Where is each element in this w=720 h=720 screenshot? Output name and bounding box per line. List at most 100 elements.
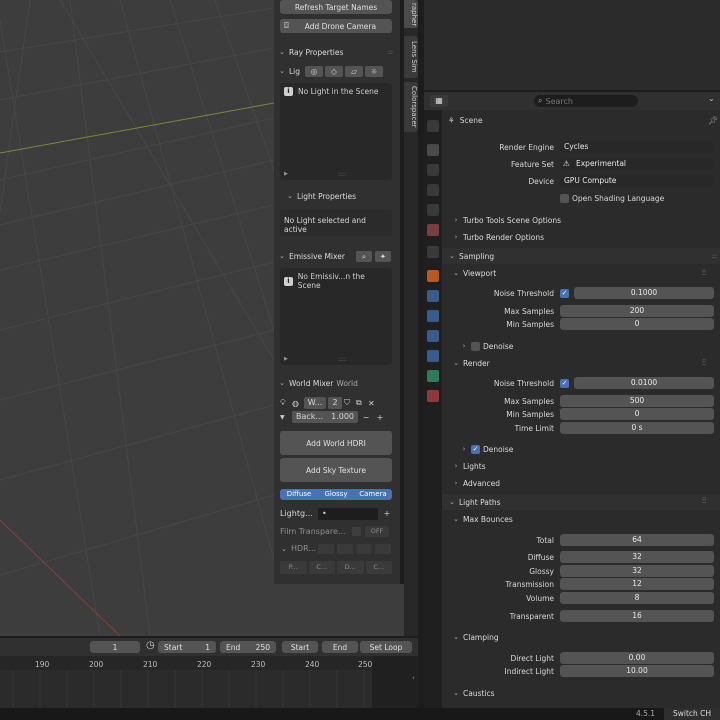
- diffuse-bounces-field[interactable]: 32: [560, 551, 714, 563]
- add-drone-camera-button[interactable]: ⌼ Add Drone Camera: [280, 19, 392, 33]
- emissive-icon[interactable]: ✦: [374, 250, 391, 262]
- glossy-toggle[interactable]: Glossy: [317, 489, 355, 500]
- chevron-down-icon[interactable]: ⌄: [708, 94, 715, 103]
- r-denoise-checkbox[interactable]: ✓: [471, 444, 480, 454]
- world-mixer-header[interactable]: ⌄ World Mixer World: [278, 376, 396, 390]
- search-field[interactable]: ⌕ Search: [534, 95, 638, 107]
- view-layer-tab-icon[interactable]: [427, 184, 439, 196]
- light-spot-icon[interactable]: ◇: [325, 65, 344, 77]
- presets-icon[interactable]: ⫶⫶: [702, 496, 706, 506]
- fake-user-icon[interactable]: ⛉: [344, 398, 354, 408]
- lights-header[interactable]: ⌄ Lig ◎ ◇ ▱ ☼: [278, 64, 396, 78]
- emissive-list[interactable]: i No Emissiv...n the Scene ▶ ::::: [280, 268, 392, 365]
- lightgroup-field[interactable]: •: [318, 507, 378, 520]
- add-world-hdri-button[interactable]: Add World HDRI: [280, 431, 392, 455]
- 3d-viewport[interactable]: [0, 0, 274, 636]
- presets-icon[interactable]: ⫶⫶: [702, 268, 706, 278]
- render-tab-icon[interactable]: [427, 144, 439, 156]
- emissive-mixer-header[interactable]: ⌄ Emissive Mixer ⌕ ✦: [278, 249, 396, 263]
- option-p-button[interactable]: P...: [280, 561, 307, 574]
- direct-light-field[interactable]: 0.00: [560, 652, 714, 664]
- world-users-count[interactable]: 2: [328, 397, 342, 409]
- hdri-option-1[interactable]: [318, 543, 334, 554]
- r-max-samples-field[interactable]: 500: [560, 395, 714, 407]
- plus-icon[interactable]: +: [382, 509, 392, 518]
- vp-noise-threshold-checkbox[interactable]: ✓: [560, 289, 569, 298]
- volume-bounces-field[interactable]: 8: [560, 592, 714, 604]
- background-strength-field[interactable]: Back... 1.000: [292, 411, 358, 423]
- lights-list[interactable]: i No Light in the Scene ▶ ::::: [280, 83, 392, 180]
- world-tab-icon[interactable]: [427, 224, 439, 236]
- object-tab-icon[interactable]: [427, 270, 439, 282]
- hdri-option-3[interactable]: [356, 543, 372, 554]
- vp-max-samples-field[interactable]: 200: [560, 305, 714, 317]
- camera-toggle[interactable]: Camera: [354, 489, 392, 500]
- modifier-tab-icon[interactable]: [427, 290, 439, 302]
- option-c2-button[interactable]: C...: [365, 561, 392, 574]
- expand-triangle-icon[interactable]: ▶: [284, 171, 288, 177]
- world-icon[interactable]: ◍: [292, 399, 302, 408]
- light-paths-panel-header[interactable]: ⌄ Light Paths: [442, 494, 720, 510]
- current-frame-field[interactable]: 1: [90, 641, 140, 653]
- turbo-render-panel[interactable]: › Turbo Render Options: [452, 230, 544, 244]
- tab-grapher[interactable]: rapher: [404, 0, 418, 28]
- set-loop-button[interactable]: Set Loop: [360, 641, 412, 653]
- tool-tab-icon[interactable]: [427, 120, 439, 132]
- output-tab-icon[interactable]: [427, 164, 439, 176]
- chevron-down-icon[interactable]: ▼: [280, 414, 290, 421]
- data-tab-icon[interactable]: [427, 370, 439, 382]
- refresh-target-names-button[interactable]: Refresh Target Names: [280, 0, 392, 14]
- time-limit-field[interactable]: 0 s: [560, 422, 714, 434]
- stopwatch-icon[interactable]: ◷: [146, 640, 155, 651]
- material-tab-icon[interactable]: [427, 390, 439, 402]
- transmission-bounces-field[interactable]: 12: [560, 578, 714, 590]
- turbo-tools-panel[interactable]: › Turbo Tools Scene Options: [452, 213, 561, 227]
- r-min-samples-field[interactable]: 0: [560, 408, 714, 420]
- device-dropdown[interactable]: GPU Compute: [560, 175, 714, 187]
- option-d-button[interactable]: D...: [337, 561, 364, 574]
- collection-tab-icon[interactable]: [427, 246, 439, 258]
- viewport-subpanel-header[interactable]: ⌄ Viewport: [452, 266, 496, 280]
- minus-icon[interactable]: −: [360, 413, 372, 422]
- vp-noise-threshold-field[interactable]: 0.1000: [574, 287, 714, 299]
- render-subpanel-header[interactable]: ⌄ Render: [452, 356, 490, 370]
- plus-icon[interactable]: +: [374, 413, 386, 422]
- close-icon[interactable]: ✕: [368, 399, 378, 408]
- osl-checkbox[interactable]: [560, 194, 569, 203]
- vp-min-samples-field[interactable]: 0: [560, 318, 714, 330]
- light-properties-header[interactable]: ⌄ Light Properties: [286, 189, 396, 203]
- list-resize-handle[interactable]: ::::: [338, 356, 346, 363]
- light-sun-icon[interactable]: ☼: [365, 65, 384, 77]
- chevron-left-icon[interactable]: ‹: [412, 674, 415, 682]
- clamping-subpanel-header[interactable]: ⌄ Clamping: [452, 630, 499, 644]
- render-engine-dropdown[interactable]: Cycles: [560, 141, 714, 153]
- feature-set-dropdown[interactable]: Experimental: [560, 158, 714, 170]
- tab-lens-sim[interactable]: Lens Sim: [404, 36, 418, 78]
- caustics-subpanel-header[interactable]: ⌄ Caustics: [452, 686, 495, 700]
- glossy-bounces-field[interactable]: 32: [560, 565, 714, 577]
- switch-ch-button[interactable]: Switch CH: [664, 708, 720, 720]
- max-bounces-subpanel-header[interactable]: ⌄ Max Bounces: [452, 512, 513, 526]
- vp-denoise-checkbox[interactable]: [471, 341, 480, 351]
- list-resize-handle[interactable]: ::::: [338, 171, 346, 178]
- frame-end-field[interactable]: End 250: [220, 641, 276, 653]
- drag-handle-icon[interactable]: ::::: [388, 49, 393, 56]
- end-button[interactable]: End: [322, 641, 358, 653]
- world-name-field[interactable]: W...: [304, 397, 326, 409]
- add-sky-texture-button[interactable]: Add Sky Texture: [280, 458, 392, 482]
- editor-type-icon[interactable]: ▦: [430, 95, 448, 107]
- r-noise-threshold-checkbox[interactable]: ✓: [560, 379, 569, 388]
- search-icon[interactable]: ⌕: [355, 250, 372, 262]
- frame-start-field[interactable]: Start 1: [158, 641, 216, 653]
- sampling-panel-header[interactable]: ⌄ Sampling ::::: [442, 248, 720, 264]
- indirect-light-field[interactable]: 10.00: [560, 665, 714, 677]
- vp-denoise-subpanel[interactable]: › Denoise: [460, 339, 513, 353]
- hdri-option-2[interactable]: [337, 543, 353, 554]
- presets-icon[interactable]: ⫶⫶: [702, 358, 706, 368]
- timeline-area[interactable]: 190 200 210 220 230 240 250 ‹: [0, 656, 418, 716]
- diffuse-toggle[interactable]: Diffuse: [280, 489, 318, 500]
- r-noise-threshold-field[interactable]: 0.0100: [574, 377, 714, 389]
- transparent-bounces-field[interactable]: 16: [560, 610, 714, 622]
- expand-triangle-icon[interactable]: ▶: [284, 356, 288, 362]
- constraints-tab-icon[interactable]: [427, 350, 439, 362]
